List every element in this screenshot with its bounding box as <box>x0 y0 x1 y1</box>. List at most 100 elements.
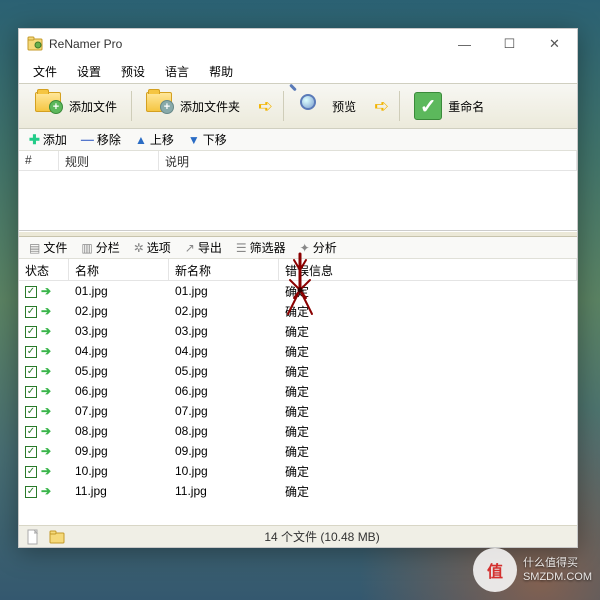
menu-help[interactable]: 帮助 <box>201 61 241 82</box>
checkbox-icon[interactable] <box>25 326 37 338</box>
cell-error: 确定 <box>279 342 577 361</box>
status-arrow-icon: ➔ <box>41 344 51 358</box>
rule-remove-button[interactable]: —移除 <box>75 129 127 150</box>
arrow-up-icon: ▲ <box>135 133 147 147</box>
checkbox-icon[interactable] <box>25 366 37 378</box>
status-arrow-icon: ➔ <box>41 424 51 438</box>
rule-down-button[interactable]: ▼下移 <box>182 129 233 150</box>
table-row[interactable]: ➔09.jpg09.jpg确定 <box>19 441 577 461</box>
add-folder-label: 添加文件夹 <box>180 98 240 115</box>
cell-newname: 06.jpg <box>169 383 279 399</box>
col-error[interactable]: 错误信息 <box>279 259 577 280</box>
main-toolbar: + 添加文件 + 添加文件夹 ➪ 预览 ➪ ✓ 重命名 <box>19 83 577 129</box>
table-row[interactable]: ➔04.jpg04.jpg确定 <box>19 341 577 361</box>
menu-language[interactable]: 语言 <box>157 61 197 82</box>
rules-col-rule[interactable]: 规则 <box>59 151 159 170</box>
cell-newname: 04.jpg <box>169 343 279 359</box>
checkbox-icon[interactable] <box>25 466 37 478</box>
window-title: ReNamer Pro <box>49 37 122 51</box>
titlebar[interactable]: ReNamer Pro — ☐ ✕ <box>19 29 577 59</box>
add-files-button[interactable]: + 添加文件 <box>25 88 127 124</box>
files-body[interactable]: ➔01.jpg01.jpg确定➔02.jpg02.jpg确定➔03.jpg03.… <box>19 281 577 525</box>
checkbox-icon[interactable] <box>25 426 37 438</box>
add-folder-button[interactable]: + 添加文件夹 <box>136 88 250 124</box>
checkbox-icon[interactable] <box>25 406 37 418</box>
rules-toolbar: ✚添加 —移除 ▲上移 ▼下移 <box>19 129 577 151</box>
checkbox-icon[interactable] <box>25 306 37 318</box>
ft-options-label: 选项 <box>147 239 171 256</box>
ft-files[interactable]: ▤文件 <box>23 237 73 258</box>
ft-filter-label: 筛选器 <box>250 239 286 256</box>
rules-body-empty[interactable] <box>19 171 577 230</box>
check-icon: ✓ <box>414 92 442 120</box>
app-window: ReNamer Pro — ☐ ✕ 文件 设置 预设 语言 帮助 + 添加文件 … <box>18 28 578 548</box>
close-button[interactable]: ✕ <box>532 29 577 59</box>
watermark-text: 什么值得买 SMZDM.COM <box>523 556 592 585</box>
status-arrow-icon: ➔ <box>41 284 51 298</box>
status-arrow-icon: ➔ <box>41 364 51 378</box>
menu-settings[interactable]: 设置 <box>69 61 109 82</box>
cell-error: 确定 <box>279 482 577 501</box>
table-row[interactable]: ➔08.jpg08.jpg确定 <box>19 421 577 441</box>
minimize-button[interactable]: — <box>442 29 487 59</box>
cell-name: 09.jpg <box>69 443 169 459</box>
maximize-button[interactable]: ☐ <box>487 29 532 59</box>
table-row[interactable]: ➔01.jpg01.jpg确定 <box>19 281 577 301</box>
watermark: 值 什么值得买 SMZDM.COM <box>473 548 592 592</box>
checkbox-icon[interactable] <box>25 346 37 358</box>
cell-error: 确定 <box>279 302 577 321</box>
ft-filter[interactable]: ☰筛选器 <box>230 237 292 258</box>
cell-name: 03.jpg <box>69 323 169 339</box>
table-row[interactable]: ➔11.jpg11.jpg确定 <box>19 481 577 501</box>
rules-col-num[interactable]: # <box>19 151 59 170</box>
table-row[interactable]: ➔10.jpg10.jpg确定 <box>19 461 577 481</box>
status-arrow-icon: ➔ <box>41 484 51 498</box>
arrow-icon: ➪ <box>368 96 395 117</box>
table-row[interactable]: ➔07.jpg07.jpg确定 <box>19 401 577 421</box>
cell-name: 10.jpg <box>69 463 169 479</box>
toolbar-separator <box>131 91 132 121</box>
rules-col-desc[interactable]: 说明 <box>159 151 577 170</box>
list-icon: ▤ <box>29 241 40 255</box>
cell-error: 确定 <box>279 382 577 401</box>
rules-grid[interactable]: # 规则 说明 <box>19 151 577 231</box>
rename-button[interactable]: ✓ 重命名 <box>404 88 494 124</box>
preview-button[interactable]: 预览 <box>288 88 366 124</box>
cell-newname: 09.jpg <box>169 443 279 459</box>
rule-up-button[interactable]: ▲上移 <box>129 129 180 150</box>
col-newname[interactable]: 新名称 <box>169 259 279 280</box>
cell-newname: 05.jpg <box>169 363 279 379</box>
table-row[interactable]: ➔06.jpg06.jpg确定 <box>19 381 577 401</box>
checkbox-icon[interactable] <box>25 286 37 298</box>
cell-name: 02.jpg <box>69 303 169 319</box>
checkbox-icon[interactable] <box>25 386 37 398</box>
sb-folder-icon[interactable] <box>49 529 65 545</box>
app-icon <box>27 36 43 52</box>
files-header-row: 状态 名称 新名称 错误信息 <box>19 259 577 281</box>
ft-options[interactable]: ✲选项 <box>128 237 177 258</box>
status-arrow-icon: ➔ <box>41 464 51 478</box>
menu-presets[interactable]: 预设 <box>113 61 153 82</box>
cell-name: 06.jpg <box>69 383 169 399</box>
checkbox-icon[interactable] <box>25 446 37 458</box>
cell-newname: 10.jpg <box>169 463 279 479</box>
cell-error: 确定 <box>279 282 577 301</box>
menu-file[interactable]: 文件 <box>25 61 65 82</box>
ft-columns[interactable]: ▥分栏 <box>75 237 125 258</box>
ft-files-label: 文件 <box>43 239 67 256</box>
table-row[interactable]: ➔02.jpg02.jpg确定 <box>19 301 577 321</box>
checkbox-icon[interactable] <box>25 486 37 498</box>
ft-analyze[interactable]: ✦分析 <box>294 237 343 258</box>
ft-export[interactable]: ↗导出 <box>179 237 228 258</box>
export-icon: ↗ <box>185 241 195 255</box>
table-row[interactable]: ➔03.jpg03.jpg确定 <box>19 321 577 341</box>
files-grid: 状态 名称 新名称 错误信息 ➔01.jpg01.jpg确定➔02.jpg02.… <box>19 259 577 525</box>
rule-remove-label: 移除 <box>97 131 121 148</box>
rule-add-button[interactable]: ✚添加 <box>23 129 73 150</box>
table-row[interactable]: ➔05.jpg05.jpg确定 <box>19 361 577 381</box>
status-arrow-icon: ➔ <box>41 324 51 338</box>
col-status[interactable]: 状态 <box>19 259 69 280</box>
cell-name: 07.jpg <box>69 403 169 419</box>
col-name[interactable]: 名称 <box>69 259 169 280</box>
statusbar-text: 14 个文件 (10.48 MB) <box>73 528 571 545</box>
